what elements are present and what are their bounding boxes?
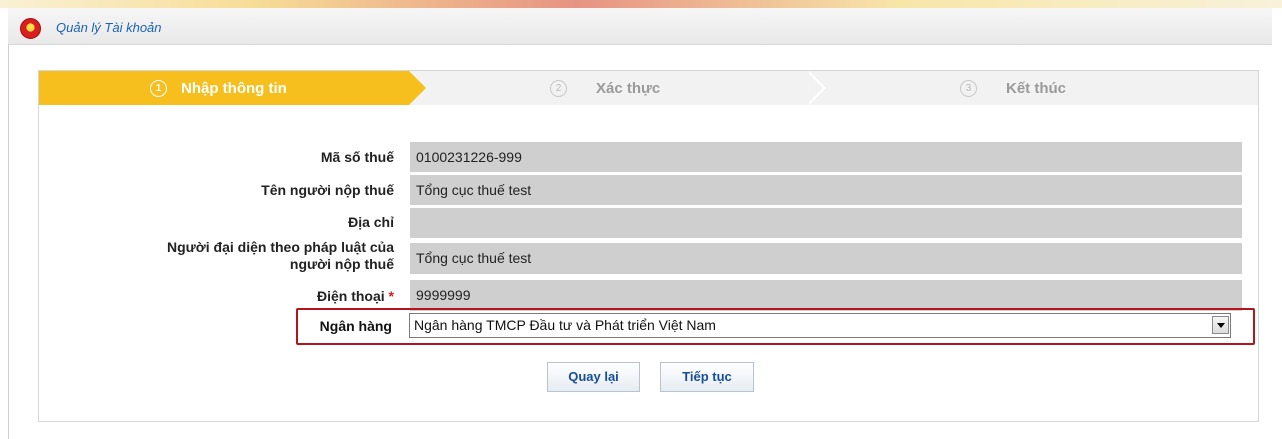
address-label: Địa chỉ: [348, 214, 394, 230]
legal-representative-label: Người đại diện theo pháp luật của người …: [34, 239, 394, 273]
legal-representative-label-line1: Người đại diện theo pháp luật của: [167, 239, 394, 255]
step-3-number: 3: [960, 80, 977, 97]
tax-code-value: 0100231226-999: [410, 142, 1242, 172]
step-1-arrow: [409, 71, 426, 105]
chevron-down-icon: [1217, 323, 1225, 328]
bank-selected-value: Ngân hàng TMCP Đầu tư và Phát triển Việt…: [414, 317, 716, 333]
taxpayer-name-value: Tổng cục thuế test: [410, 175, 1242, 205]
next-button[interactable]: Tiếp tục: [660, 362, 754, 392]
step-2-label: Xác thực: [596, 80, 661, 97]
phone-label: Điện thoại *: [34, 288, 394, 304]
bank-dropdown-button[interactable]: [1212, 316, 1229, 334]
bank-select[interactable]: Ngân hàng TMCP Đầu tư và Phát triển Việt…: [409, 313, 1231, 338]
page-title[interactable]: Quản lý Tài khoản: [56, 20, 162, 35]
legal-representative-value: Tổng cục thuế test: [410, 243, 1242, 274]
tax-code-label: Mã số thuế: [320, 149, 394, 165]
decorative-banner: [0, 0, 1282, 8]
taxpayer-name-label: Tên người nộp thuế: [261, 182, 394, 198]
national-emblem-icon: ★: [20, 18, 41, 39]
page-header: ★: [8, 8, 1272, 45]
step-1-label: Nhập thông tin: [181, 80, 287, 97]
required-mark: *: [388, 288, 394, 304]
phone-value: 9999999: [410, 280, 1242, 311]
divider: [8, 45, 9, 439]
step-3-label: Kết thúc: [1006, 80, 1066, 97]
legal-representative-label-line2: người nộp thuế: [289, 256, 394, 272]
back-button[interactable]: Quay lại: [547, 362, 640, 392]
step-2-number: 2: [550, 80, 567, 97]
step-separator-inner: [806, 71, 823, 105]
bank-label: Ngân hàng: [319, 318, 392, 334]
address-value: [410, 208, 1242, 238]
step-1-number: 1: [150, 80, 167, 97]
phone-label-text: Điện thoại: [316, 288, 385, 304]
